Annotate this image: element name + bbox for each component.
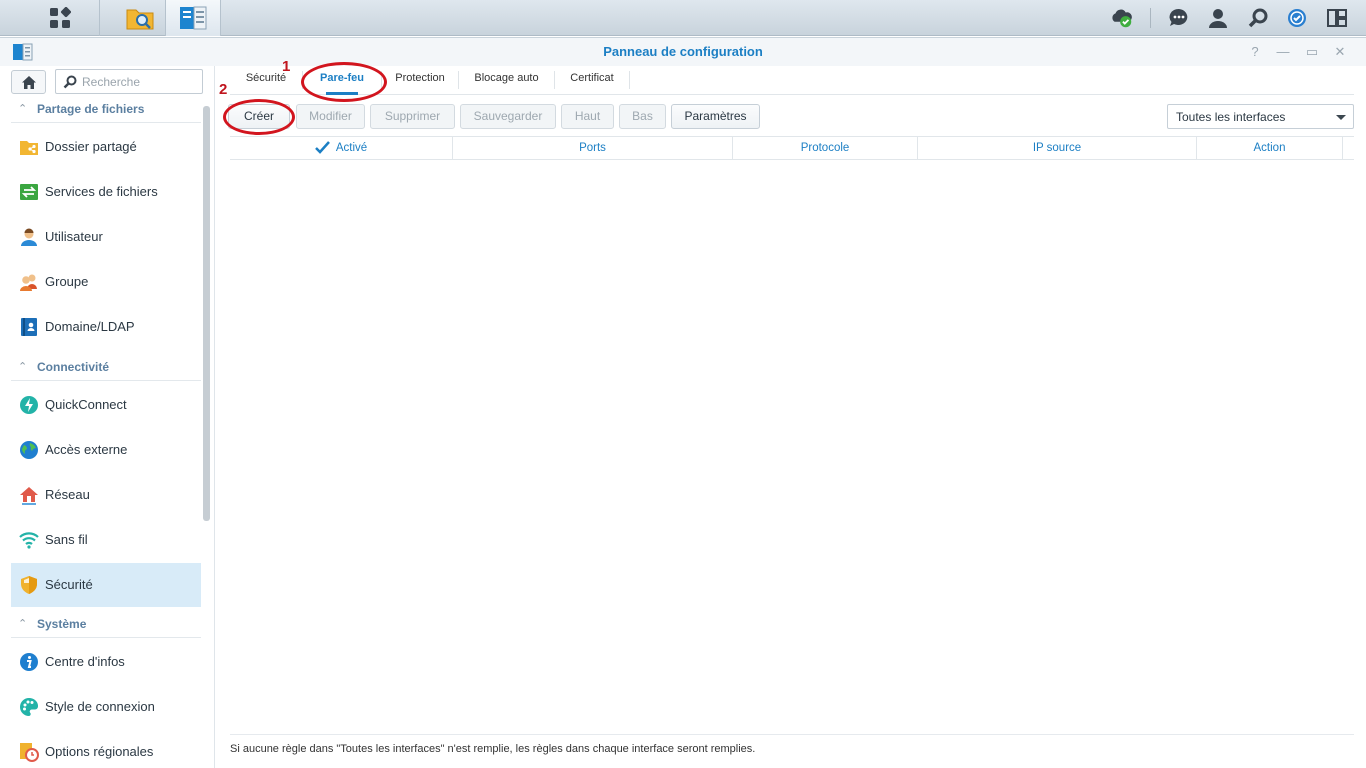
tab-auto-block[interactable]: Blocage auto [459, 72, 554, 88]
sidebar-item-quickconnect[interactable]: QuickConnect [11, 383, 201, 427]
main-panel: Sécurité Pare-feu Protection Blocage aut… [216, 58, 1366, 768]
user-icon [21, 228, 37, 246]
column-action[interactable]: Action [1197, 137, 1343, 160]
info-icon [20, 653, 38, 671]
network-icon [20, 487, 38, 505]
search-input[interactable] [82, 73, 200, 91]
annotation-ellipse-firewall [301, 62, 387, 102]
globe-icon [20, 441, 38, 459]
tab-bar: Sécurité Pare-feu Protection Blocage aut… [230, 66, 1354, 95]
section-system[interactable]: ⌃ Système [11, 610, 201, 638]
main-menu-button[interactable] [20, 0, 100, 36]
search-icon [63, 75, 77, 89]
chevron-down-icon [1336, 115, 1346, 120]
taskbar [0, 0, 1366, 36]
up-button[interactable]: Haut [561, 104, 614, 129]
chevron-up-icon: ⌃ [18, 361, 28, 373]
quickconnect-icon [20, 396, 38, 414]
palette-icon [20, 698, 39, 716]
sidebar-item-login-style[interactable]: Style de connexion [11, 685, 201, 729]
folder-search-icon [126, 9, 154, 30]
tab-protection[interactable]: Protection [382, 72, 458, 88]
chat-icon[interactable] [1167, 6, 1191, 30]
column-ports[interactable]: Ports [453, 137, 733, 160]
section-connectivity[interactable]: ⌃ Connectivité [11, 353, 201, 381]
domain-icon [21, 318, 37, 336]
save-button[interactable]: Sauvegarder [460, 104, 556, 129]
sidebar-item-group[interactable]: Groupe [11, 260, 201, 304]
modify-button[interactable]: Modifier [296, 104, 365, 129]
restore-icon[interactable]: ▭ [1304, 44, 1320, 60]
sidebar-item-shared-folder[interactable]: Dossier partagé [11, 125, 201, 169]
cloud-sync-icon[interactable] [1110, 6, 1134, 30]
tab-security[interactable]: Sécurité [230, 72, 302, 88]
down-button[interactable]: Bas [619, 104, 666, 129]
home-button[interactable] [11, 70, 46, 94]
sidebar-item-regional-options[interactable]: Options régionales [11, 730, 201, 768]
window-titlebar[interactable]: Panneau de configuration ? — ▭ ✕ [0, 38, 1366, 66]
column-source-ip[interactable]: IP source [918, 137, 1197, 160]
column-enabled[interactable]: Activé [230, 137, 453, 160]
clock-icon [20, 743, 39, 762]
close-icon[interactable]: ✕ [1332, 44, 1348, 60]
layout-icon[interactable] [1325, 6, 1349, 30]
sidebar-scrollbar[interactable] [203, 106, 210, 521]
tab-certificate[interactable]: Certificat [555, 72, 629, 88]
settings-button[interactable]: Paramètres [671, 104, 760, 129]
delete-button[interactable]: Supprimer [370, 104, 455, 129]
footer-note: Si aucune règle dans "Toutes les interfa… [230, 734, 1354, 755]
chevron-up-icon: ⌃ [18, 103, 28, 115]
grid-icon [50, 7, 71, 28]
file-services-icon [20, 184, 38, 200]
minimize-icon[interactable]: — [1275, 44, 1291, 60]
sidebar-item-file-services[interactable]: Services de fichiers [11, 170, 201, 214]
annotation-ellipse-create [223, 99, 295, 135]
wifi-icon [19, 532, 39, 549]
user-icon[interactable] [1206, 6, 1230, 30]
sidebar-search [55, 69, 203, 94]
widget-icon[interactable] [1285, 6, 1309, 30]
control-panel-icon [180, 6, 207, 30]
annotation-step-2: 2 [219, 81, 228, 98]
search-icon[interactable] [1246, 6, 1270, 30]
sidebar: ⌃ Partage de fichiers Dossier partagé Se… [0, 66, 215, 768]
shared-folder-icon [20, 141, 38, 155]
group-icon [20, 274, 37, 291]
window-title: Panneau de configuration [603, 44, 763, 59]
sidebar-item-wireless[interactable]: Sans fil [11, 518, 201, 562]
checkbox-checked-icon[interactable] [314, 141, 330, 155]
column-protocol[interactable]: Protocole [733, 137, 918, 160]
home-icon [21, 75, 36, 89]
annotation-step-1: 1 [282, 58, 291, 75]
section-file-sharing[interactable]: ⌃ Partage de fichiers [11, 95, 201, 123]
rules-table-header: Activé Ports Protocole IP source Action [230, 136, 1354, 160]
sidebar-item-network[interactable]: Réseau [11, 473, 201, 517]
chevron-up-icon: ⌃ [18, 618, 28, 630]
shield-icon [21, 576, 37, 594]
sidebar-item-domain-ldap[interactable]: Domaine/LDAP [11, 305, 201, 349]
sidebar-item-info-center[interactable]: Centre d'infos [11, 640, 201, 684]
control-panel-button[interactable] [165, 0, 221, 36]
sidebar-item-security[interactable]: Sécurité [11, 563, 201, 607]
control-panel-window: Panneau de configuration ? — ▭ ✕ ⌃ Parta… [0, 37, 1366, 768]
interface-select[interactable]: Toutes les interfaces [1167, 104, 1354, 129]
help-icon[interactable]: ? [1247, 44, 1263, 60]
sidebar-item-external-access[interactable]: Accès externe [11, 428, 201, 472]
sidebar-item-user[interactable]: Utilisateur [11, 215, 201, 259]
